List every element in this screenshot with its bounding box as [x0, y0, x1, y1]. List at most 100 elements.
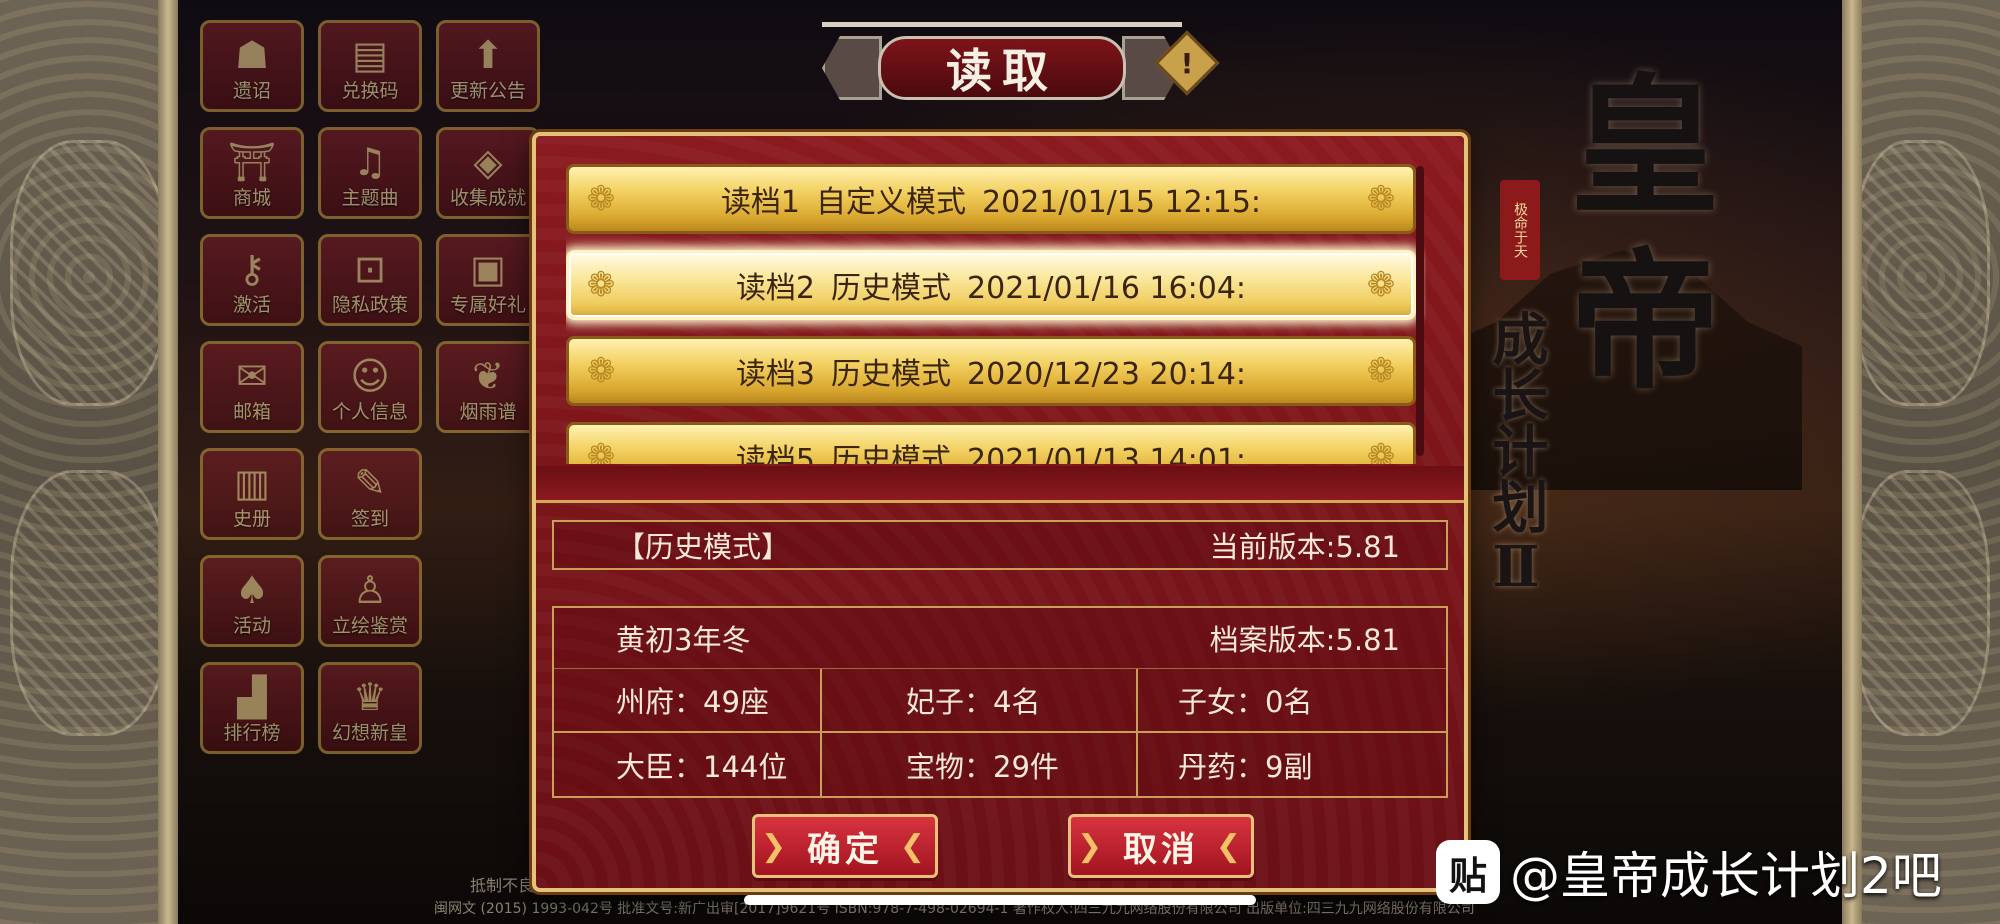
menu-item[interactable]: ☗ 遗诏: [200, 20, 304, 112]
pillar: [158, 0, 178, 924]
list-divider: [536, 466, 1464, 503]
menu-item-label: 主题曲: [341, 187, 399, 209]
dialog-title-banner: 读取: [822, 22, 1182, 100]
menu-item-label: 激活: [232, 294, 271, 316]
slot-list-scrollbar[interactable]: [1416, 166, 1424, 456]
save-version: 档案版本:5.81: [1209, 623, 1400, 657]
tieba-watermark: 贴 @皇帝成长计划2吧: [1436, 836, 1942, 908]
music-icon: ♫: [352, 140, 388, 184]
tieba-logo-icon: 贴: [1436, 840, 1500, 904]
save-slot[interactable]: ❁ 读档5 历史模式 2021/01/13 14:01: ❁: [566, 422, 1416, 464]
menu-item-label: 活动: [232, 615, 271, 637]
scroll-icon: ☗: [234, 33, 270, 77]
menu-item[interactable]: ▟ 排行榜: [200, 662, 304, 754]
save-slot-datetime: 2021/01/13 14:01:: [967, 443, 1247, 464]
save-slot-name: 读档2: [735, 271, 816, 306]
menu-item[interactable]: ⚷ 激活: [200, 234, 304, 326]
menu-item-label: 兑换码: [341, 80, 399, 102]
save-slot-text: 读档2 历史模式 2021/01/16 16:04:: [728, 263, 1254, 307]
key-icon: ⚷: [238, 247, 266, 291]
stat-treasures: 宝物：29件: [822, 733, 1138, 797]
lock-icon: ⊡: [354, 247, 386, 291]
pillar: [1842, 0, 1862, 924]
save-details-header: 黄初3年冬 档案版本:5.81: [554, 608, 1446, 669]
save-slot-mode: 自定义模式: [816, 185, 967, 220]
scroll-ornament-icon: ❁: [586, 437, 616, 464]
menu-item-label: 签到: [350, 508, 389, 530]
dialog-title: 读取: [878, 36, 1126, 100]
menu-item[interactable]: ✉ 邮箱: [200, 341, 304, 433]
stat-elixirs: 丹药：9副: [1178, 750, 1313, 784]
menu-item-label: 商城: [232, 187, 271, 209]
save-slot-mode: 历史模式: [831, 271, 952, 306]
game-logo-subtitle: 成长计划Ⅱ: [1483, 310, 1549, 600]
menu-item-label: 立绘鉴赏: [331, 615, 408, 637]
dragon-ornament: [10, 470, 168, 736]
save-slot-text: 读档1 自定义模式 2021/01/15 12:15:: [713, 177, 1269, 221]
watermark-text: @皇帝成长计划2吧: [1510, 847, 1942, 905]
scroll-ornament-icon: ❁: [586, 351, 616, 391]
dragon-ornament: [1852, 470, 1990, 736]
save-slot[interactable]: ❁ 读档1 自定义模式 2021/01/15 12:15: ❁: [566, 164, 1416, 234]
scroll-ornament-icon: ❁: [1366, 179, 1396, 219]
menu-item-label: 收集成就: [449, 187, 526, 209]
save-slot-datetime: 2021/01/15 12:15:: [982, 185, 1262, 220]
menu-item[interactable]: ◈ 收集成就: [436, 127, 540, 219]
stat-prefectures: 州府：49座: [554, 669, 822, 733]
scroll-ornament-icon: ❁: [1366, 265, 1396, 305]
menu-item-label: 更新公告: [449, 80, 526, 102]
stat-consorts: 妃子：4名: [822, 669, 1138, 733]
portrait-icon: ♙: [352, 568, 388, 612]
menu-item[interactable]: ♫ 主题曲: [318, 127, 422, 219]
menu-item[interactable]: ⛩ 商城: [200, 127, 304, 219]
save-slot[interactable]: ❁ 读档3 历史模式 2020/12/23 20:14: ❁: [566, 336, 1416, 406]
cancel-button-label: 取消: [1123, 829, 1199, 870]
menu-item[interactable]: ☺ 个人信息: [318, 341, 422, 433]
chevron-left-icon: ❮: [899, 829, 929, 864]
menu-empty-cell: [436, 448, 540, 548]
menu-item[interactable]: ❦ 烟雨谱: [436, 341, 540, 433]
shop-icon: ⛩: [227, 140, 277, 184]
cancel-button[interactable]: ❯ 取消 ❮: [1068, 814, 1254, 878]
crown-icon: ♛: [352, 675, 388, 719]
menu-item[interactable]: ✎ 签到: [318, 448, 422, 540]
save-slot-datetime: 2020/12/23 20:14:: [967, 357, 1247, 392]
menu-item[interactable]: ▤ 兑换码: [318, 20, 422, 112]
menu-item[interactable]: ▣ 专属好礼: [436, 234, 540, 326]
gift-icon: ▣: [470, 247, 506, 291]
confirm-button[interactable]: ❯ 确定 ❮: [752, 814, 938, 878]
menu-item-label: 烟雨谱: [459, 401, 517, 423]
save-slot-text: 读档5 历史模式 2021/01/13 14:01:: [728, 435, 1254, 464]
save-slot-datetime: 2021/01/16 16:04:: [967, 271, 1247, 306]
confirm-button-label: 确定: [807, 829, 883, 870]
menu-item[interactable]: ♙ 立绘鉴赏: [318, 555, 422, 647]
menu-item[interactable]: ♛ 幻想新皇: [318, 662, 422, 754]
main-menu: ☗ 遗诏 ▤ 兑换码 ⬆ 更新公告 ⛩ 商城 ♫ 主题曲 ◈ 收集成就 ⚷ 激活 ⊡ 隐私政策 ▣ 专属好礼 ✉ 邮箱…: [200, 20, 540, 762]
title-ornament: [822, 36, 882, 100]
save-slot[interactable]: ❁ 读档2 历史模式 2021/01/16 16:04: ❁: [566, 250, 1416, 320]
chevron-left-icon: ❮: [1215, 829, 1245, 864]
menu-item[interactable]: ▥ 史册: [200, 448, 304, 540]
ranking-icon: ▟: [237, 675, 267, 719]
save-details: 黄初3年冬 档案版本:5.81 州府：49座 妃子：4名 子女：0名 大臣：14…: [552, 606, 1448, 798]
save-mode-header: 【历史模式】 当前版本:5.81: [552, 520, 1448, 570]
menu-item[interactable]: ♠ 活动: [200, 555, 304, 647]
save-mode: 【历史模式】: [616, 530, 791, 564]
exclamation-glyph: !: [1180, 46, 1194, 80]
signin-icon: ✎: [354, 461, 386, 505]
menu-item[interactable]: ⬆ 更新公告: [436, 20, 540, 112]
arrow-up-icon: ⬆: [472, 33, 504, 77]
save-slot-list[interactable]: ❁ 读档1 自定义模式 2021/01/15 12:15: ❁ ❁ 读档2 历史模式 2021/…: [566, 164, 1426, 464]
menu-item[interactable]: ⊡ 隐私政策: [318, 234, 422, 326]
game-date: 黄初3年冬: [616, 623, 751, 657]
chevron-right-icon: ❯: [1077, 829, 1107, 864]
save-slot-name: 读档3: [735, 357, 816, 392]
home-indicator[interactable]: [744, 895, 1256, 905]
menu-item-label: 排行榜: [223, 722, 281, 744]
left-ornament-panel: [0, 0, 178, 924]
profile-icon: ☺: [350, 354, 390, 398]
menu-item-label: 史册: [232, 508, 271, 530]
save-slot-mode: 历史模式: [831, 357, 952, 392]
menu-item-label: 幻想新皇: [331, 722, 408, 744]
scroll-ornament-icon: ❁: [586, 179, 616, 219]
